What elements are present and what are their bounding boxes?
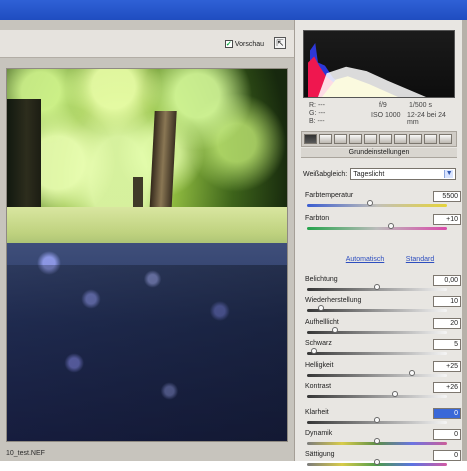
white-balance-label: Weißabgleich:: [303, 170, 348, 178]
camera-raw-window: ✓ Vorschau ⇱ 10_test.NEF R: --- G: --- B…: [0, 20, 467, 466]
white-balance-select[interactable]: Tageslicht ▼: [350, 168, 457, 180]
adjustment-control: Helligkeit +25: [305, 361, 461, 382]
chevron-down-icon: ▼: [444, 170, 454, 178]
adjustment-label: Farbtemperatur: [305, 192, 354, 199]
adjustment-value-input[interactable]: +26: [433, 382, 461, 393]
slider-thumb[interactable]: [374, 284, 380, 290]
panel-scrollbar[interactable]: [462, 20, 467, 461]
preview-label: Vorschau: [234, 40, 264, 48]
window-title-bar: [0, 0, 467, 20]
tab-hsl-icon[interactable]: [349, 134, 362, 144]
fullscreen-icon[interactable]: ⇱: [274, 37, 286, 49]
slider-thumb[interactable]: [318, 305, 324, 311]
image-preview-pane: ✓ Vorschau ⇱ 10_test.NEF: [0, 20, 294, 461]
rgb-green: G: ---: [309, 110, 326, 117]
automatic-link[interactable]: Automatisch: [346, 256, 385, 263]
rgb-readout: R: --- G: --- B: ---: [309, 102, 325, 126]
adjustment-value-input[interactable]: +10: [433, 214, 461, 225]
adjustment-control: Farbtemperatur 5500: [305, 191, 461, 212]
adjustment-value-input[interactable]: 0,00: [433, 275, 461, 286]
slider-thumb[interactable]: [374, 459, 380, 465]
histogram: [303, 30, 455, 98]
adjustment-slider[interactable]: [307, 331, 447, 334]
adjustment-value-input[interactable]: 20: [433, 318, 461, 329]
tab-snapshots-icon[interactable]: [439, 134, 452, 144]
adjustment-control: Sättigung 0: [305, 450, 461, 471]
adjustment-slider[interactable]: [307, 352, 447, 355]
adjustment-control: Dynamik 0: [305, 429, 461, 450]
adjustment-value-input[interactable]: 5500: [433, 191, 461, 202]
lens-info: 12-24 bei 24 mm: [407, 112, 446, 126]
adjustment-slider[interactable]: [307, 204, 447, 207]
adjustment-slider[interactable]: [307, 227, 447, 230]
adjustment-slider[interactable]: [307, 395, 447, 398]
section-title: Grundeinstellungen: [301, 148, 457, 158]
histogram-white: [318, 66, 426, 97]
adjustment-label: Aufhelllicht: [305, 319, 339, 326]
adjustment-slider[interactable]: [307, 374, 447, 377]
exif-info: R: --- G: --- B: --- f/9 1/500 s ISO 100…: [303, 102, 455, 128]
adjustment-slider[interactable]: [307, 309, 447, 312]
adjustment-control: Farbton +10: [305, 214, 461, 235]
tab-tone-curve-icon[interactable]: [319, 134, 332, 144]
adjustment-control: Schwarz 5: [305, 339, 461, 360]
standard-link[interactable]: Standard: [406, 256, 434, 263]
tab-detail-icon[interactable]: [334, 134, 347, 144]
slider-thumb[interactable]: [367, 200, 373, 206]
preview-checkbox[interactable]: ✓: [224, 40, 233, 48]
tab-effects-icon[interactable]: [394, 134, 407, 144]
preview-toggle[interactable]: ✓ Vorschau: [224, 38, 264, 50]
slider-thumb[interactable]: [332, 327, 338, 333]
adjustment-label: Schwarz: [305, 340, 332, 347]
adjustment-label: Sättigung: [305, 451, 335, 458]
shutter-speed: 1/500 s: [409, 102, 432, 109]
tab-presets-icon[interactable]: [424, 134, 437, 144]
adjustment-value-input[interactable]: 5: [433, 339, 461, 350]
rgb-red: R: ---: [309, 102, 325, 109]
aperture: f/9: [379, 102, 387, 109]
adjustment-label: Klarheit: [305, 409, 329, 416]
adjustment-control: Klarheit 0: [305, 408, 461, 429]
adjustment-label: Kontrast: [305, 383, 332, 390]
filename-label: 10_test.NEF: [6, 450, 45, 457]
ground-shadow: [7, 265, 287, 441]
adjustment-value-input[interactable]: +25: [433, 361, 461, 372]
adjustment-control: Wiederherstellung 10: [305, 296, 461, 317]
tab-basic-icon[interactable]: [304, 134, 317, 144]
forest-photo: [6, 68, 288, 442]
tab-camera-calibration-icon[interactable]: [409, 134, 422, 144]
adjustment-tabs: [301, 131, 457, 147]
adjustment-label: Helligkeit: [305, 362, 334, 369]
adjustment-control: Aufhelllicht 20: [305, 318, 461, 339]
rgb-blue: B: ---: [309, 118, 325, 125]
tab-split-toning-icon[interactable]: [364, 134, 377, 144]
adjustment-label: Belichtung: [305, 276, 338, 283]
slider-thumb[interactable]: [374, 438, 380, 444]
auto-standard-links: Automatisch Standard: [335, 256, 445, 263]
slider-thumb[interactable]: [311, 348, 317, 354]
white-balance-value: Tageslicht: [353, 170, 385, 178]
adjustments-panel: R: --- G: --- B: --- f/9 1/500 s ISO 100…: [294, 20, 467, 466]
adjustment-control: Belichtung 0,00: [305, 275, 461, 296]
adjustment-label: Farbton: [305, 215, 330, 222]
slider-thumb[interactable]: [409, 370, 415, 376]
preview-toolbar: ✓ Vorschau ⇱: [0, 30, 294, 58]
adjustment-value-input[interactable]: 0: [433, 429, 461, 440]
adjustment-label: Wiederherstellung: [305, 297, 362, 304]
tab-lens-icon[interactable]: [379, 134, 392, 144]
adjustment-value-input[interactable]: 0: [433, 450, 461, 461]
adjustment-control: Kontrast +26: [305, 382, 461, 403]
adjustment-value-input[interactable]: 0: [433, 408, 461, 419]
white-balance-row: Weißabgleich: Tageslicht ▼: [303, 167, 459, 181]
adjustment-label: Dynamik: [305, 430, 333, 437]
slider-thumb[interactable]: [388, 223, 394, 229]
adjustment-value-input[interactable]: 10: [433, 296, 461, 307]
iso: ISO 1000: [371, 112, 401, 119]
slider-thumb[interactable]: [374, 417, 380, 423]
